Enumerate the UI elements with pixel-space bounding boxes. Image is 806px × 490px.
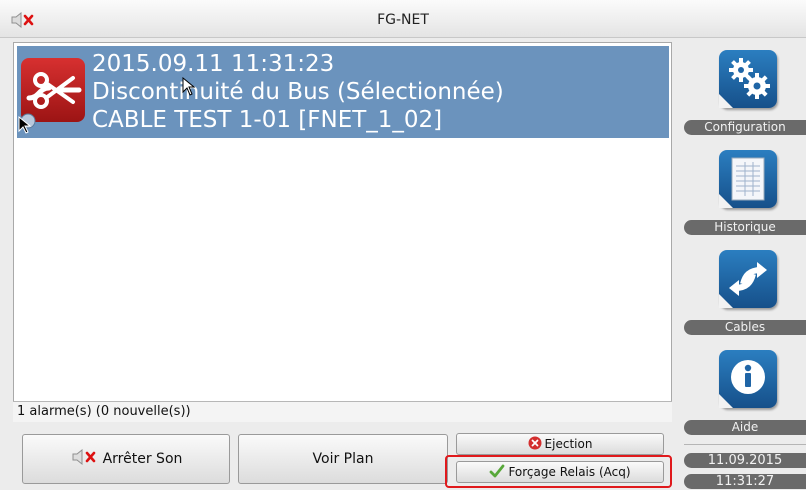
info-icon (719, 350, 777, 408)
gears-icon (719, 50, 777, 108)
highlight-box (445, 455, 672, 488)
page-fold (719, 394, 733, 408)
window-title: FG-NET (377, 12, 429, 28)
title-bar: FG-NET (0, 0, 806, 38)
alarm-row-selected[interactable]: 2015.09.11 11:31:23 Discontinuité du Bus… (17, 46, 669, 138)
alarm-type: Discontinuité du Bus (Sélectionnée) (92, 79, 504, 105)
alarm-location: CABLE TEST 1-01 [FNET_1_02] (92, 107, 443, 133)
speaker-muted-icon (70, 448, 100, 469)
sidebar-item-configuration[interactable]: Configuration (684, 50, 806, 146)
alarm-datetime: 2015.09.11 11:31:23 (92, 51, 335, 77)
app-window: FG-NET 2015.09.11 11:31:23 Discontinuité… (0, 0, 806, 490)
mouse-cursor-icon (182, 77, 196, 96)
view-plan-button[interactable]: Voir Plan (238, 434, 448, 484)
stop-sound-label: Arrêter Son (102, 451, 183, 467)
time-display: 11:31:27 (684, 474, 806, 489)
page-fold (719, 194, 733, 208)
configuration-label: Configuration (684, 120, 806, 135)
view-plan-label: Voir Plan (312, 451, 374, 467)
busy-cursor-icon (18, 113, 36, 134)
stop-sound-button[interactable]: Arrêter Son (22, 434, 230, 484)
ejection-label: Ejection (544, 437, 593, 451)
ejection-button[interactable]: Ejection (456, 433, 664, 455)
sidebar-item-help[interactable]: Aide (684, 350, 806, 446)
alarm-text: 2015.09.11 11:31:23 Discontinuité du Bus… (92, 50, 504, 134)
page-fold (719, 94, 733, 108)
sidebar-item-history[interactable]: Historique (684, 150, 806, 246)
date-display: 11.09.2015 (684, 453, 806, 468)
swap-arrows-icon (719, 250, 777, 308)
document-icon (719, 150, 777, 208)
alarm-list[interactable]: 2015.09.11 11:31:23 Discontinuité du Bus… (13, 42, 672, 422)
sidebar-item-cables[interactable]: Cables (684, 250, 806, 346)
help-label: Aide (684, 420, 806, 435)
page-fold (719, 294, 733, 308)
alarm-count-status: 1 alarme(s) (0 nouvelle(s)) (13, 401, 672, 422)
error-circle-icon (528, 436, 542, 453)
divider (684, 444, 806, 445)
cables-label: Cables (684, 320, 806, 335)
history-label: Historique (684, 220, 806, 235)
